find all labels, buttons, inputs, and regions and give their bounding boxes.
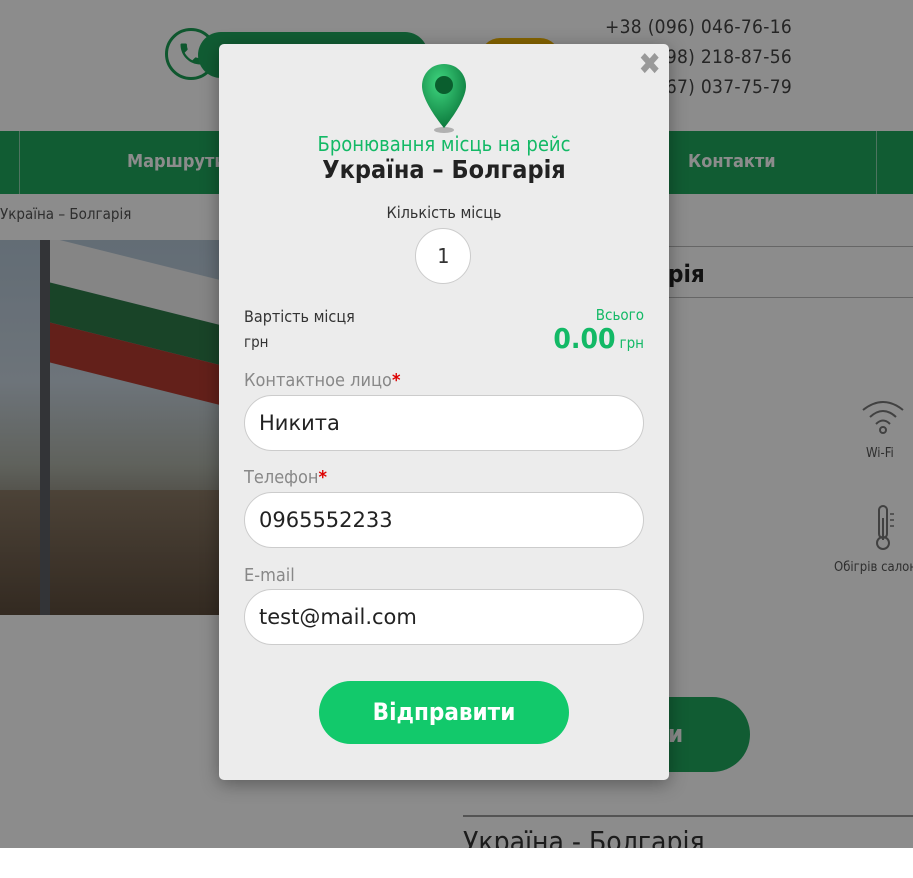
map-pin-icon — [422, 64, 466, 133]
phone-input[interactable] — [244, 492, 644, 548]
booking-modal: ✖ Бронювання місць на рейс Україна – Бол… — [219, 44, 669, 780]
price-label: Вартість місця — [244, 307, 355, 326]
modal-subtitle: Бронювання місць на рейс — [317, 132, 571, 156]
page: +38 (096) 046-76-16 +38 (098) 218-87-56 … — [0, 0, 913, 848]
email-input[interactable] — [244, 589, 644, 645]
price-currency: грн — [244, 333, 269, 351]
close-icon[interactable]: ✖ — [638, 50, 661, 80]
quantity-input[interactable]: 1 — [415, 228, 471, 284]
required-mark: * — [318, 467, 327, 488]
phone-label: Телефон* — [244, 467, 327, 488]
email-label: E-mail — [244, 565, 295, 586]
contact-name-input[interactable] — [244, 395, 644, 451]
contact-label: Контактное лицо* — [244, 370, 401, 391]
submit-button[interactable]: Відправити — [319, 681, 569, 744]
total-amount: 0.00 грн — [553, 322, 644, 355]
total-value: 0.00 — [553, 322, 616, 355]
total-currency: грн — [619, 334, 645, 352]
required-mark: * — [391, 370, 401, 391]
quantity-label: Кількість місць — [386, 203, 502, 222]
modal-title: Україна – Болгарія — [322, 155, 566, 184]
